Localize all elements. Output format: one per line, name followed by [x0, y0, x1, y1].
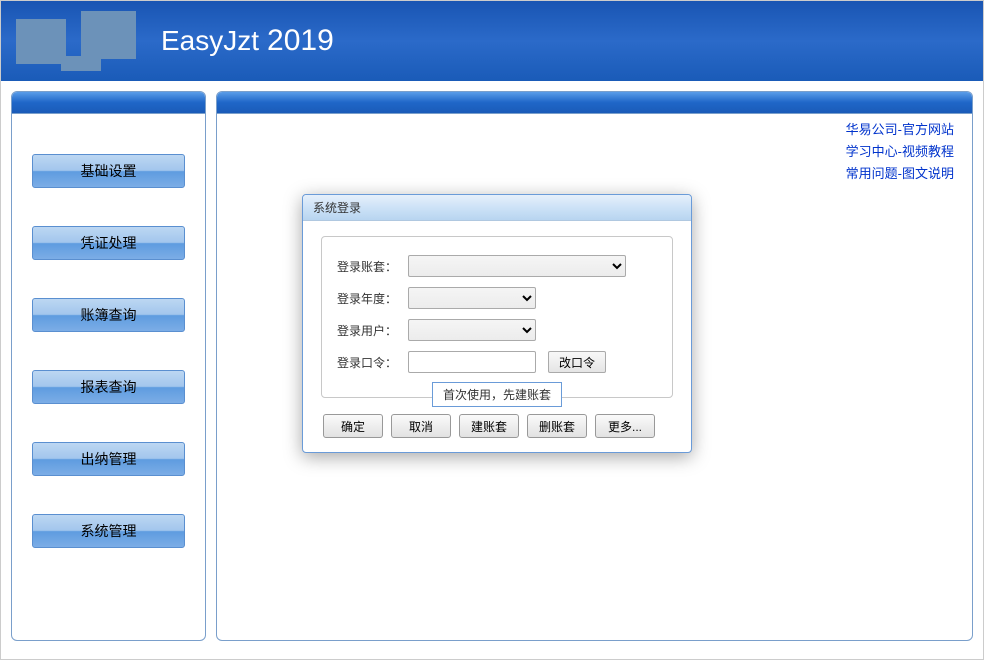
sidebar-item-label: 出纳管理: [81, 449, 137, 469]
sidebar-item-label: 基础设置: [81, 161, 137, 181]
app-title: EasyJzt 2019: [161, 24, 334, 58]
sidebar-item-cashier[interactable]: 出纳管理: [32, 442, 185, 476]
label-account: 登录账套：: [337, 258, 402, 275]
input-password[interactable]: [408, 351, 536, 373]
label-user: 登录用户：: [337, 322, 402, 339]
app-name: EasyJzt: [161, 25, 259, 57]
delete-account-button[interactable]: 删账套: [527, 414, 587, 438]
select-user[interactable]: [408, 319, 536, 341]
sidebar-item-report[interactable]: 报表查询: [32, 370, 185, 404]
cancel-button[interactable]: 取消: [391, 414, 451, 438]
more-button[interactable]: 更多...: [595, 414, 655, 438]
sidebar-item-label: 凭证处理: [81, 233, 137, 253]
sidebar-panel: 基础设置 凭证处理 账簿查询 报表查询 出纳管理 系统管理: [11, 91, 206, 641]
sidebar-item-label: 报表查询: [81, 377, 137, 397]
sidebar-item-ledger[interactable]: 账簿查询: [32, 298, 185, 332]
sidebar-item-label: 账簿查询: [81, 305, 137, 325]
select-year[interactable]: [408, 287, 536, 309]
first-use-hint: 首次使用，先建账套: [432, 382, 562, 407]
sidebar-item-label: 系统管理: [81, 521, 137, 541]
main-header: [217, 92, 972, 114]
sidebar-item-voucher[interactable]: 凭证处理: [32, 226, 185, 260]
label-password: 登录口令：: [337, 354, 402, 371]
change-password-button[interactable]: 改口令: [548, 351, 606, 373]
main-panel: 华易公司-官方网站 学习中心-视频教程 常用问题-图文说明 系统登录 登录账套：: [216, 91, 973, 641]
help-links: 华易公司-官方网站 学习中心-视频教程 常用问题-图文说明: [846, 119, 954, 185]
ok-button[interactable]: 确定: [323, 414, 383, 438]
link-official-site[interactable]: 华易公司-官方网站: [846, 119, 954, 141]
sidebar-header: [12, 92, 205, 114]
login-dialog: 系统登录 登录账套： 登录年度：: [302, 194, 692, 453]
content-area: 基础设置 凭证处理 账簿查询 报表查询 出纳管理 系统管理: [1, 81, 983, 651]
sidebar-item-basic-settings[interactable]: 基础设置: [32, 154, 185, 188]
label-year: 登录年度：: [337, 290, 402, 307]
sidebar-item-system[interactable]: 系统管理: [32, 514, 185, 548]
select-account[interactable]: [408, 255, 626, 277]
link-tutorial[interactable]: 学习中心-视频教程: [846, 141, 954, 163]
login-form: 登录账套： 登录年度： 登录用户：: [321, 236, 673, 398]
app-logo: [11, 6, 151, 76]
create-account-button[interactable]: 建账套: [459, 414, 519, 438]
dialog-title: 系统登录: [303, 195, 691, 221]
link-faq[interactable]: 常用问题-图文说明: [846, 163, 954, 185]
app-year: 2019: [267, 24, 334, 58]
app-header: EasyJzt 2019: [1, 1, 983, 81]
